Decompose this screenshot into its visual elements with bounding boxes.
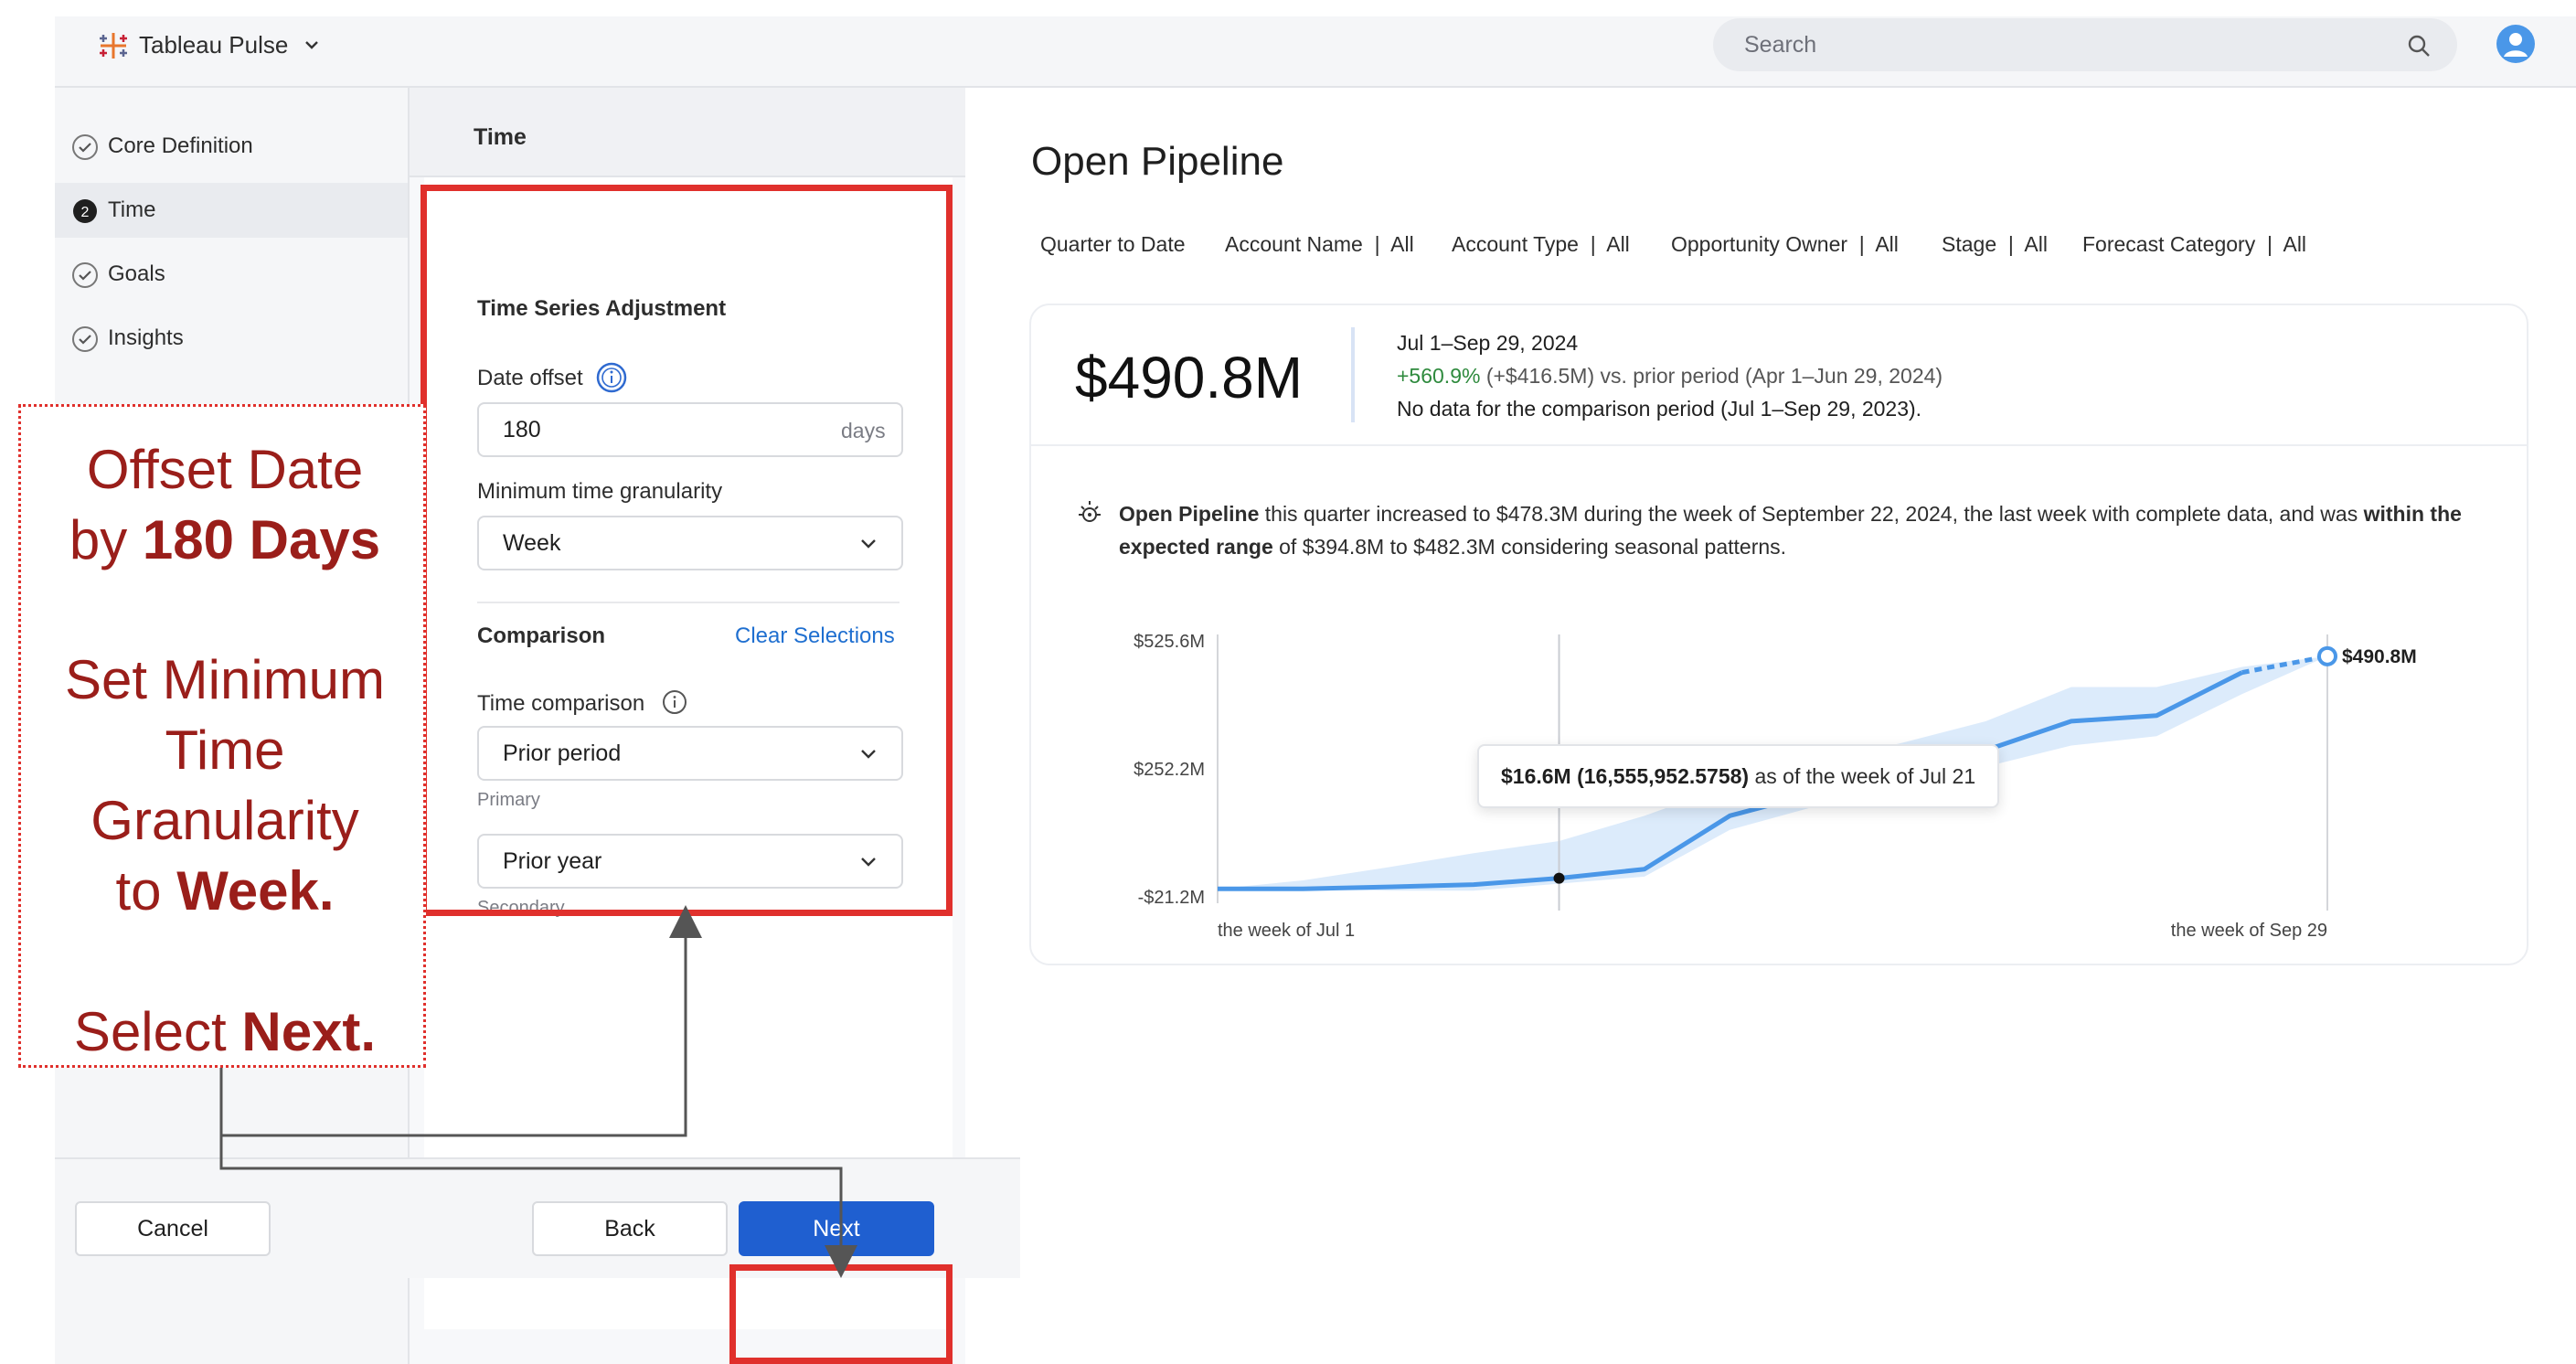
filter-name: Opportunity Owner bbox=[1671, 232, 1848, 256]
x-tick-label: the week of Sep 29 bbox=[2171, 921, 2327, 941]
delta-percent: +560.9% bbox=[1397, 364, 1481, 388]
filter-value: All bbox=[2283, 232, 2307, 256]
filter-name: Account Name bbox=[1225, 232, 1363, 256]
x-tick-label: the week of Jul 1 bbox=[1218, 921, 1355, 941]
divider bbox=[1031, 444, 2527, 446]
filter-account-type[interactable]: Account Type | All bbox=[1452, 232, 1630, 257]
filter-name: Account Type bbox=[1452, 232, 1579, 256]
delta-line: +560.9% (+$416.5M) vs. prior period (Apr… bbox=[1397, 364, 1943, 389]
filter-opportunity-owner[interactable]: Opportunity Owner | All bbox=[1671, 232, 1899, 257]
divider bbox=[1351, 327, 1355, 422]
y-tick-label: -$21.2M bbox=[1138, 888, 1205, 908]
tooltip-text: as of the week of Jul 21 bbox=[1749, 764, 1976, 788]
filter-value: All bbox=[1606, 232, 1630, 256]
arrow-to-next bbox=[219, 1135, 857, 1278]
arrow-to-settings bbox=[219, 905, 702, 1137]
filter-stage[interactable]: Stage | All bbox=[1942, 232, 2048, 257]
y-tick-label: $252.2M bbox=[1134, 760, 1205, 780]
filter-value: All bbox=[1390, 232, 1414, 256]
filter-value: All bbox=[2024, 232, 2048, 256]
metric-value: $490.8M bbox=[1075, 345, 1304, 410]
metric-title: Open Pipeline bbox=[1031, 139, 1284, 184]
insight-body: this quarter increased to $478.3M during… bbox=[1259, 502, 2358, 526]
no-data-note: No data for the comparison period (Jul 1… bbox=[1397, 397, 1922, 421]
filter-value: All bbox=[1875, 232, 1899, 256]
insight-body: of $394.8M to $482.3M considering season… bbox=[1272, 535, 1787, 559]
end-point bbox=[2317, 645, 2337, 666]
lightbulb-icon bbox=[1079, 501, 1101, 522]
tooltip-value: $16.6M (16,555,952.5758) bbox=[1501, 764, 1750, 788]
insight-emphasis: Open Pipeline bbox=[1119, 502, 1260, 526]
metric-card: $490.8M Jul 1–Sep 29, 2024 +560.9% (+$41… bbox=[1029, 304, 2528, 965]
period-label: Jul 1–Sep 29, 2024 bbox=[1397, 331, 1579, 355]
delta-detail: (+$416.5M) vs. prior period (Apr 1–Jun 2… bbox=[1480, 364, 1943, 388]
end-value-label: $490.8M bbox=[2342, 646, 2417, 667]
filter-name: Quarter to Date bbox=[1040, 232, 1186, 256]
chart-tooltip: $16.6M (16,555,952.5758) as of the week … bbox=[1477, 744, 2000, 808]
filter-account-name[interactable]: Account Name | All bbox=[1225, 232, 1414, 257]
filter-name: Forecast Category bbox=[2082, 232, 2256, 256]
insight-text: Open Pipeline this quarter increased to … bbox=[1119, 497, 2472, 563]
filter-forecast-category[interactable]: Forecast Category | All bbox=[2082, 232, 2306, 257]
highlight-point bbox=[1553, 872, 1565, 884]
y-tick-label: $525.6M bbox=[1134, 632, 1205, 652]
filter-name: Stage bbox=[1942, 232, 1997, 256]
filter-quarter[interactable]: Quarter to Date bbox=[1040, 232, 1186, 257]
